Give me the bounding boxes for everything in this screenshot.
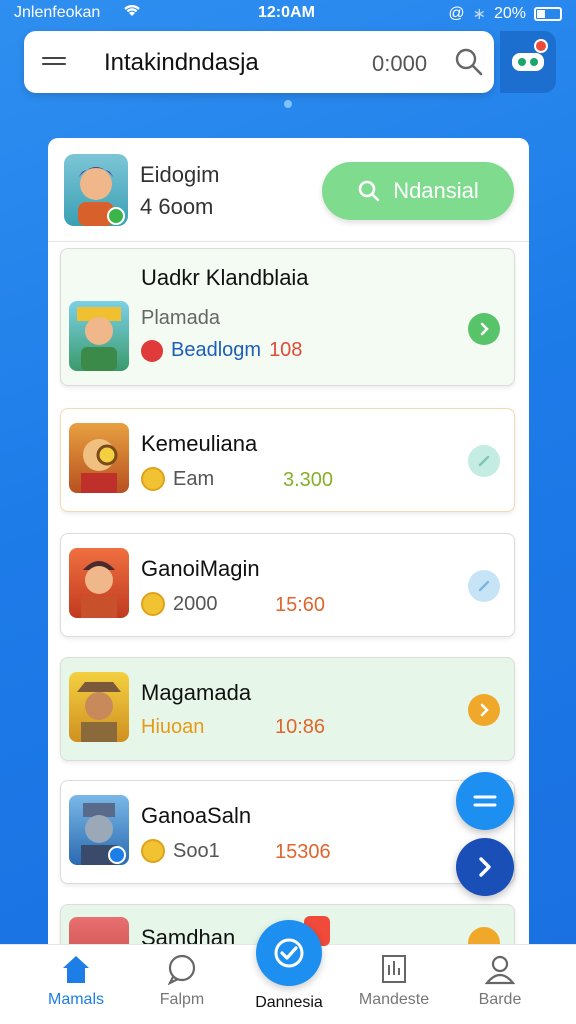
list-item-label: Beadlogm: [171, 339, 262, 361]
list-item[interactable]: Kemeuliana Eam 3.300: [60, 408, 515, 512]
list-item-label: Hiuoan: [141, 716, 205, 738]
home-icon: [63, 956, 89, 983]
list-item-meta: Beadlogm 108: [141, 339, 302, 362]
status-bar: Jnlenfeokan 12:0AM @ ∗ 20%: [0, 0, 576, 28]
edit-icon[interactable]: [468, 445, 500, 477]
list-item-label: 2000: [173, 592, 218, 615]
list-item-title: GanoiMagin: [141, 556, 260, 581]
list-item[interactable]: Magamada Hiuoan 10:86: [60, 657, 515, 761]
profile-icon: [484, 955, 516, 985]
list-item[interactable]: GanoiMagin 2000 15:60: [60, 533, 515, 637]
battery-percent: 20%: [493, 5, 526, 22]
edit-icon[interactable]: [468, 570, 500, 602]
search-icon[interactable]: [454, 47, 484, 77]
nav-label: Mamals: [47, 991, 104, 1008]
game-thumbnail: [69, 672, 129, 742]
list-item-value: 15306: [275, 841, 331, 863]
chevron-right-icon: [479, 857, 491, 877]
carrier-text: Jnlenfeokan: [14, 4, 101, 21]
game-thumbnail: [69, 301, 129, 371]
list-item-label: Eam: [173, 467, 215, 490]
chart-icon: [382, 955, 406, 983]
nav-item-stats[interactable]: Mandeste: [346, 953, 442, 1009]
nav-item-profile[interactable]: Barde: [452, 953, 548, 1009]
list-item-value: 108: [269, 339, 303, 361]
game-thumbnail: [69, 795, 129, 865]
bluetooth-icon: ∗: [472, 6, 486, 23]
coin-icon: [141, 592, 165, 616]
list-item-subtitle: Plamada: [141, 307, 220, 329]
chevron-right-icon[interactable]: [468, 313, 500, 345]
clock: 12:0AM: [258, 4, 315, 21]
wifi-icon: [122, 2, 142, 23]
list-item-value: 10:86: [275, 716, 326, 738]
list-item-meta: 2000: [141, 592, 218, 616]
menu-icon[interactable]: [42, 53, 66, 71]
nav-label: Mandeste: [358, 991, 430, 1008]
check-icon: [274, 938, 304, 968]
profile-name: Eidogim: [140, 162, 220, 187]
avatar[interactable]: [64, 154, 128, 226]
next-button[interactable]: [456, 838, 514, 896]
list-item-title: Magamada: [141, 680, 252, 705]
nav-item-center[interactable]: [256, 920, 322, 986]
list-item-label: Soo1: [173, 839, 220, 862]
list-item-title: GanoaSaln: [141, 803, 252, 828]
search-icon: [358, 180, 380, 202]
nav-label: Barde: [478, 991, 522, 1008]
main-card: Eidogim 4 6oom Ndansial Uadkr Klandblaia…: [48, 138, 529, 944]
list-item-meta: Soo1: [141, 839, 220, 863]
nav-item-home[interactable]: Mamals: [28, 953, 124, 1009]
list-item[interactable]: Uadkr Klandblaia Plamada Beadlogm 108: [60, 248, 515, 386]
list-item-value: 3.300: [283, 469, 334, 491]
chevron-right-icon[interactable]: [468, 927, 500, 944]
primary-action-label: Ndansial: [393, 178, 479, 203]
primary-action-button[interactable]: Ndansial: [322, 162, 514, 220]
list-item-title: Kemeuliana: [141, 431, 258, 456]
list-item-meta: Eam: [141, 467, 214, 491]
search-count: 0:000: [372, 51, 428, 76]
nav-item-chat[interactable]: Falpm: [134, 953, 230, 1009]
page-indicator: [284, 100, 292, 108]
equals-icon: [473, 795, 497, 807]
notification-dot: [534, 39, 548, 53]
chat-icon: [167, 954, 196, 985]
profile-subtitle: 4 6oom: [140, 194, 214, 219]
list-item-title: Uadkr Klandblaia: [141, 265, 309, 290]
list-item-value: 15:60: [275, 594, 326, 616]
nav-label: Falpm: [159, 991, 205, 1008]
alarm-icon: @: [448, 5, 465, 22]
coin-icon: [141, 839, 165, 863]
list-item-title: Samdhan: [141, 925, 236, 944]
game-thumbnail: [69, 548, 129, 618]
coin-icon: [141, 467, 165, 491]
game-thumbnail: [69, 423, 129, 493]
list-view-button[interactable]: [456, 772, 514, 830]
profile-header: Eidogim 4 6oom Ndansial: [48, 138, 529, 242]
chevron-right-icon[interactable]: [468, 694, 500, 726]
game-thumbnail: [69, 917, 129, 944]
battery-icon: [534, 7, 562, 21]
gamepad-button[interactable]: [500, 31, 556, 93]
search-bar[interactable]: Intakindndasja 0:000: [24, 31, 494, 93]
nav-label: Dannesia: [255, 994, 323, 1011]
search-title: Intakindndasja: [104, 49, 259, 76]
list-item[interactable]: GanoaSaln Soo1 15306: [60, 780, 515, 884]
heart-icon: [141, 339, 163, 362]
